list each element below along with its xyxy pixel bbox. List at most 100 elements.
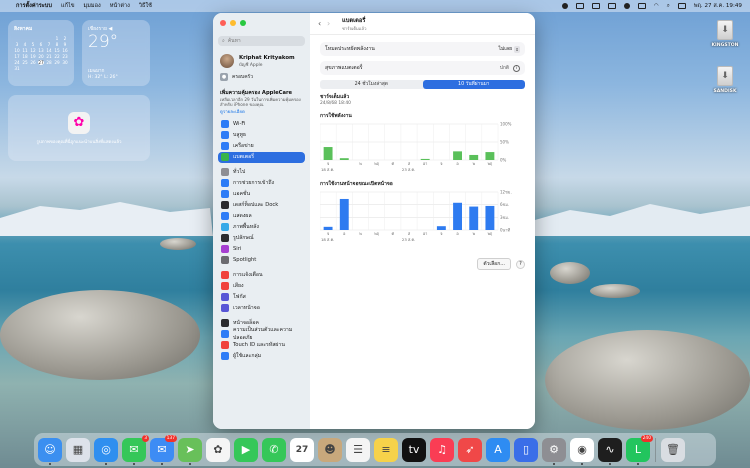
sidebar-item-siri[interactable]: Siri	[218, 244, 305, 255]
messages-icon[interactable]: ✉ 3	[122, 434, 149, 465]
sidebar-item-label: ครอบครัว	[232, 74, 254, 80]
sidebar-item-spotlight[interactable]: Spotlight	[218, 255, 305, 266]
weather-widget[interactable]: เชียงราย ◀ 29° เมฆมาก H: 32° L: 26°	[82, 20, 150, 86]
low-power-popup[interactable]: ไม่เลย ⇕	[498, 45, 520, 53]
applecare-promo[interactable]: เพิ่มความคุ้มครอง AppleCare เหลือเวลาอีก…	[220, 89, 303, 115]
sidebar-item-gear[interactable]: ทั่วไป	[218, 167, 305, 178]
trash-icon[interactable]: 🗑	[661, 437, 685, 462]
contacts-icon[interactable]: ☻	[318, 437, 342, 462]
footer-buttons: ตัวเลือก... ?	[310, 253, 535, 275]
y-tick-label: 0%	[500, 158, 507, 163]
status-a-icon[interactable]	[623, 3, 630, 9]
sidebar-item-network[interactable]: เครือข่าย	[218, 141, 305, 152]
launchpad-icon[interactable]: ▦	[66, 437, 90, 462]
sidebar-item-screen-time[interactable]: เวลาหน้าจอ	[218, 303, 305, 314]
chart-bar[interactable]	[339, 158, 349, 160]
chart-bar[interactable]	[485, 152, 495, 160]
reminders-icon[interactable]: ☰	[346, 437, 370, 462]
sidebar-item-battery[interactable]: แบตเตอรี่	[218, 151, 305, 163]
close-button[interactable]	[220, 20, 226, 26]
help-button[interactable]: ?	[516, 259, 525, 269]
sidebar-item-label: แบตเตอรี่	[233, 154, 255, 161]
photos-widget[interactable]: ✿ รูปภาพของคุณที่นี่ถูกแนะนำบนสิ่งที่แสด…	[8, 95, 150, 161]
phone-icon[interactable]: ✆	[262, 437, 286, 462]
screen-time-icon	[221, 304, 229, 313]
sidebar-group: หน้าจอล็อค ความเป็นส่วนตัวและความปลอดภัย T…	[218, 318, 305, 362]
activity-monitor-icon[interactable]: ∿	[598, 437, 622, 465]
rocket-icon[interactable]: ➶	[458, 437, 482, 462]
forward-button[interactable]: ›	[327, 19, 336, 28]
menu-view[interactable]: มุมมอง	[84, 2, 101, 10]
chart-bar[interactable]	[469, 154, 479, 160]
sidebar-item-sound[interactable]: เสียง	[218, 281, 305, 292]
sidebar-item-accessibility[interactable]: การช่วยการเข้าถึง	[218, 178, 305, 189]
sidebar-item-label: โฟกัส	[233, 294, 246, 301]
sidebar-item-display[interactable]: แสดงผล	[218, 211, 305, 222]
sidebar-item-bluetooth[interactable]: บลูทูธ	[218, 130, 305, 141]
menu-edit[interactable]: แก้ไข	[61, 2, 75, 10]
chart-bar[interactable]	[436, 226, 446, 230]
maps-icon[interactable]: ➤	[178, 437, 202, 465]
search-icon[interactable]: ⌕	[667, 3, 670, 10]
x-tick-label: อ	[343, 231, 345, 236]
chart-bar[interactable]	[339, 198, 349, 230]
status-app-icon[interactable]	[561, 3, 568, 9]
menu-help[interactable]: วิธีใช้	[139, 2, 152, 10]
tab-last-10-days[interactable]: 10 วันที่ผ่านมา	[422, 80, 525, 89]
back-button[interactable]: ‹	[318, 19, 327, 28]
minimize-button[interactable]	[230, 20, 236, 26]
sidebar-item-wifi[interactable]: Wi-Fi	[218, 119, 305, 130]
control-center-icon[interactable]	[677, 3, 686, 9]
tv-icon[interactable]: tv	[402, 437, 426, 462]
line-icon[interactable]: L 240	[626, 434, 653, 465]
finder-icon[interactable]: ☺	[38, 437, 62, 465]
screen-on-usage-chart: 12ชม. 6ชม. 3ชม. 0นาทีจ อ พ พฤ ศ ส อา จ อ พ พฤ 18 ส.ค. 2…	[320, 190, 512, 242]
y-tick-label: 6ชม.	[500, 202, 509, 207]
notes-icon[interactable]: ≡	[374, 437, 398, 462]
menu-app-name[interactable]: การตั้งค่าระบบ	[16, 2, 52, 10]
applecare-link[interactable]: ดูรายละเอียด	[220, 108, 303, 115]
sidebar-item-family[interactable]: ● ครอบครัว	[218, 71, 305, 83]
options-button[interactable]: ตัวเลือก...	[477, 258, 511, 270]
photos-icon[interactable]: ✿	[206, 437, 230, 462]
desktop-drive-kingston[interactable]: ⬇ KINGSTON	[705, 20, 745, 48]
chrome-icon[interactable]: ◉	[570, 437, 594, 465]
cloud-status-icon[interactable]	[607, 3, 616, 9]
chart-bar[interactable]	[469, 206, 479, 230]
chart-bar[interactable]	[453, 151, 462, 160]
calendar-widget[interactable]: สิงหาคม 1 2 3 4 5 6 7 8 9 10 11 12 13 14 15 16 17 18 19 20 2…	[8, 20, 74, 86]
safari-icon[interactable]: ◎	[94, 437, 118, 465]
clock[interactable]: พฤ. 27 ส.ค. 19:49	[694, 2, 742, 10]
sidebar-item-users[interactable]: ผู้ใช้และกลุ่ม	[218, 351, 305, 362]
sidebar-item-action[interactable]: แอคชั่น	[218, 189, 305, 200]
sidebar-item-dock[interactable]: เดสก์ท็อปและ Dock	[218, 200, 305, 211]
sidebar-search-field[interactable]: ⌕ ค้นหา	[218, 36, 305, 46]
chart-bar[interactable]	[323, 226, 333, 230]
chart-bar[interactable]	[485, 205, 495, 230]
appstore-icon[interactable]: A	[486, 437, 510, 462]
battery-icon[interactable]	[637, 3, 646, 9]
sidebar-item-privacy[interactable]: ความเป็นส่วนตัวและความปลอดภัย	[218, 327, 305, 341]
battery-status-icon[interactable]	[575, 3, 584, 9]
menu-window[interactable]: หน้าต่าง	[110, 2, 130, 10]
apple-account-row[interactable]: Kriphat Krityakom บัญชี Apple	[218, 51, 305, 71]
chart-bar[interactable]	[453, 202, 462, 230]
desktop-drive-sandisk[interactable]: ⬇ SANDISK	[705, 66, 745, 94]
display-status-icon[interactable]	[591, 3, 600, 9]
wifi-icon[interactable]: ◠	[654, 3, 659, 9]
mail-icon[interactable]: ✉ 137	[150, 434, 177, 465]
sidebar-item-wallpaper[interactable]: ภาพพื้นหลัง	[218, 222, 305, 233]
iphone-mirroring-icon[interactable]: ▯	[514, 437, 538, 462]
chart-bar[interactable]	[420, 158, 430, 160]
sidebar-item-notifications[interactable]: การแจ้งเตือน	[218, 270, 305, 281]
zoom-button[interactable]	[240, 20, 246, 26]
calendar-icon[interactable]: 27	[290, 437, 314, 462]
music-icon[interactable]: ♫	[430, 437, 454, 462]
chart-bar[interactable]	[323, 147, 333, 160]
sidebar-item-focus[interactable]: โฟกัส	[218, 292, 305, 303]
info-icon[interactable]: i	[513, 64, 520, 72]
tab-last-24-hours[interactable]: 24 ชั่วโมงล่าสุด	[320, 80, 423, 89]
settings-icon[interactable]: ⚙	[542, 437, 566, 465]
sidebar-item-appearance[interactable]: รูปลักษณ์	[218, 233, 305, 244]
facetime-icon[interactable]: ▶	[234, 437, 258, 462]
